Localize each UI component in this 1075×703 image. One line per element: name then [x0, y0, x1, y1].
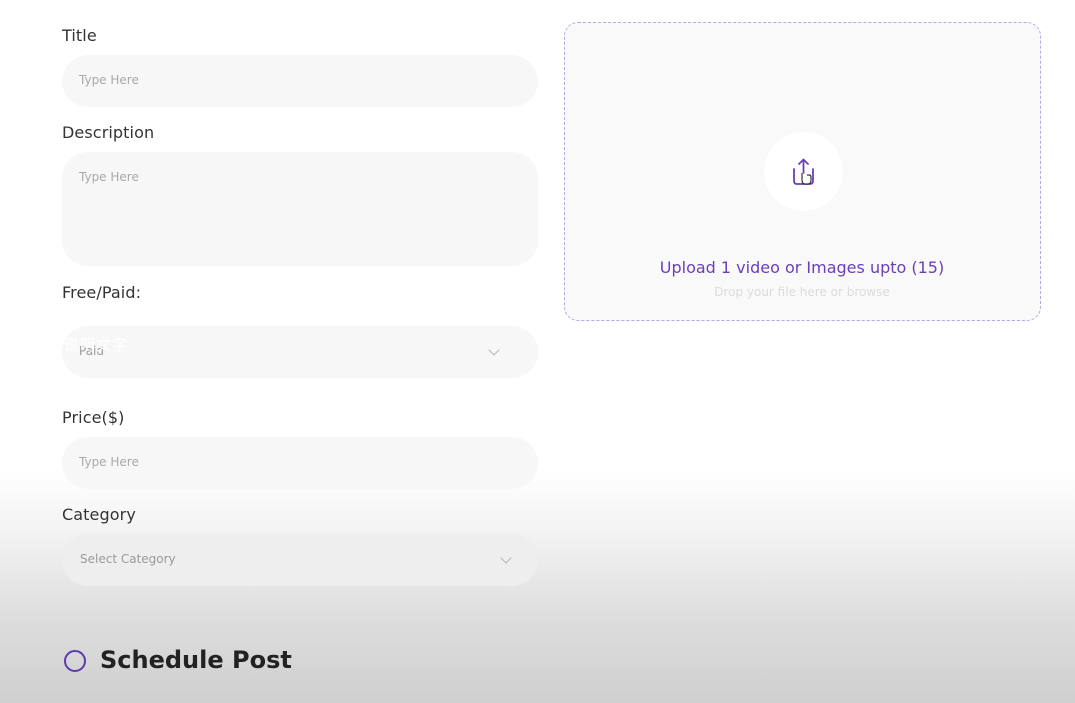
chevron-down-icon [488, 344, 500, 356]
title-label: Title [62, 26, 97, 45]
upload-icon [793, 158, 814, 185]
title-placeholder: Type Here [79, 73, 139, 87]
price-input[interactable]: Type Here [62, 437, 538, 489]
free-paid-label: Free/Paid: [62, 283, 142, 302]
upload-button[interactable] [764, 132, 843, 211]
category-select[interactable]: Select Category [62, 534, 538, 586]
category-label: Category [62, 505, 136, 524]
schedule-post-label: Schedule Post [100, 646, 292, 674]
description-label: Description [62, 123, 155, 142]
description-placeholder: Type Here [79, 170, 139, 184]
upload-subtitle: Drop your file here or browse [714, 285, 890, 299]
schedule-radio[interactable] [64, 650, 86, 672]
chevron-down-icon [500, 552, 512, 564]
title-input[interactable]: Type Here [62, 55, 538, 107]
upload-dropzone[interactable]: Upload 1 video or Images upto (15) Drop … [564, 22, 1041, 321]
upload-title: Upload 1 video or Images upto (15) [659, 258, 945, 277]
price-label: Price($) [62, 408, 125, 427]
price-placeholder: Type Here [79, 455, 139, 469]
free-paid-select[interactable]: Paid [62, 326, 538, 378]
description-textarea[interactable]: Type Here [62, 152, 538, 266]
category-value: Select Category [80, 552, 176, 566]
overlay-caption: 说明文字 [64, 336, 129, 354]
